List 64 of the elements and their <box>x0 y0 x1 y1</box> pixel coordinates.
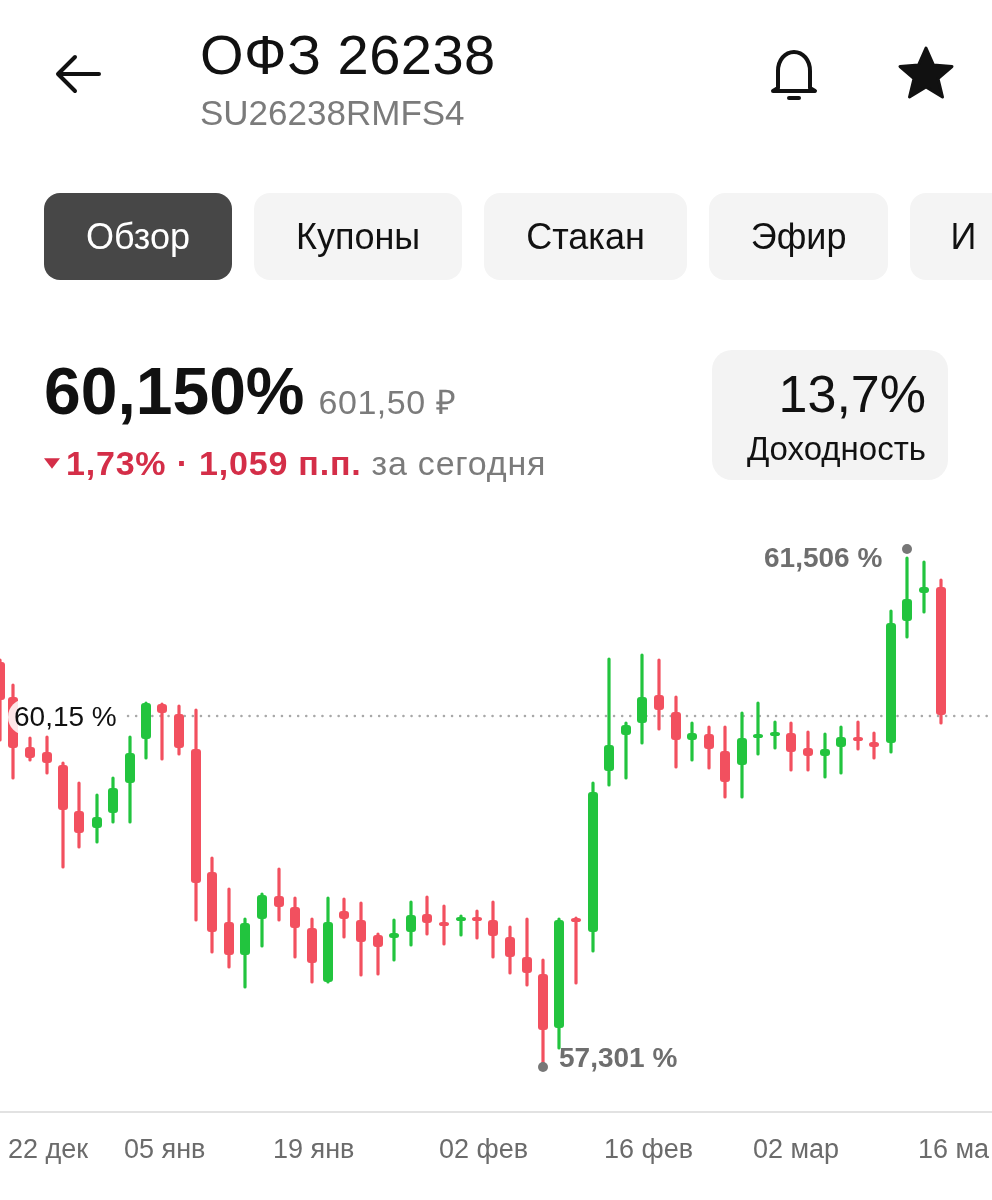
yield-label: Доходность <box>746 432 926 465</box>
candle <box>786 721 796 772</box>
bond-isin: SU26238RMFS4 <box>200 95 466 130</box>
price-rub: 601,50 ₽ <box>318 385 456 419</box>
candle <box>869 731 879 760</box>
candle <box>141 701 151 760</box>
candle <box>307 917 317 984</box>
candle <box>472 909 482 940</box>
tab[interactable]: И <box>910 193 992 280</box>
candle <box>290 896 300 959</box>
price-percent: 60,150% <box>44 358 305 424</box>
candle <box>505 925 515 975</box>
candle <box>42 735 52 775</box>
candle <box>522 917 532 987</box>
candle <box>257 892 267 948</box>
axis-date-label: 02 фев <box>439 1133 529 1165</box>
axis-date-label: 22 дек <box>8 1133 89 1165</box>
candle <box>836 725 846 775</box>
candle <box>571 916 581 985</box>
tab[interactable]: Обзор <box>44 193 232 280</box>
candle <box>274 867 284 922</box>
candle <box>853 720 863 751</box>
candle <box>456 914 466 937</box>
yield-value: 13,7% <box>778 368 926 420</box>
axis-date-label: 19 янв <box>273 1133 355 1165</box>
min-price-label: 57,301 % <box>559 1042 678 1074</box>
candle <box>157 702 167 761</box>
back-arrow-icon[interactable] <box>55 54 101 94</box>
candle <box>488 900 498 959</box>
candle <box>92 793 102 844</box>
star-icon[interactable] <box>897 45 955 101</box>
candle <box>240 917 250 989</box>
candle <box>74 781 84 849</box>
candle <box>406 900 416 947</box>
change-period: за сегодня <box>371 446 547 480</box>
axis-date-label: 16 ма <box>918 1133 990 1165</box>
tab[interactable]: Купоны <box>254 193 463 280</box>
candle <box>422 895 432 936</box>
max-price-label: 61,506 % <box>764 542 883 574</box>
axis-date-label: 02 мар <box>753 1133 840 1165</box>
candle <box>820 732 830 779</box>
point-marker-icon <box>902 544 912 554</box>
tab[interactable]: Стакан <box>484 193 687 280</box>
candle <box>919 560 929 614</box>
candle <box>687 721 697 762</box>
axis-date-label: 16 фев <box>604 1133 694 1165</box>
price-change: 1,73% · 1,059 п.п. <box>66 446 362 480</box>
bell-icon[interactable] <box>769 47 819 101</box>
candle <box>25 736 35 762</box>
candle <box>339 897 349 939</box>
candle <box>621 721 631 780</box>
candle <box>439 904 449 946</box>
bond-title: ОФЗ 26238 <box>200 27 496 83</box>
candle <box>373 932 383 976</box>
point-marker-icon <box>538 1062 548 1072</box>
candle <box>704 725 714 770</box>
candle <box>389 918 399 962</box>
candle <box>108 776 118 824</box>
candle <box>803 730 813 772</box>
candle <box>770 720 780 750</box>
tab[interactable]: Эфир <box>708 193 889 280</box>
candle <box>174 704 184 756</box>
axis-date-label: 05 янв <box>124 1133 206 1165</box>
candle <box>753 701 763 756</box>
